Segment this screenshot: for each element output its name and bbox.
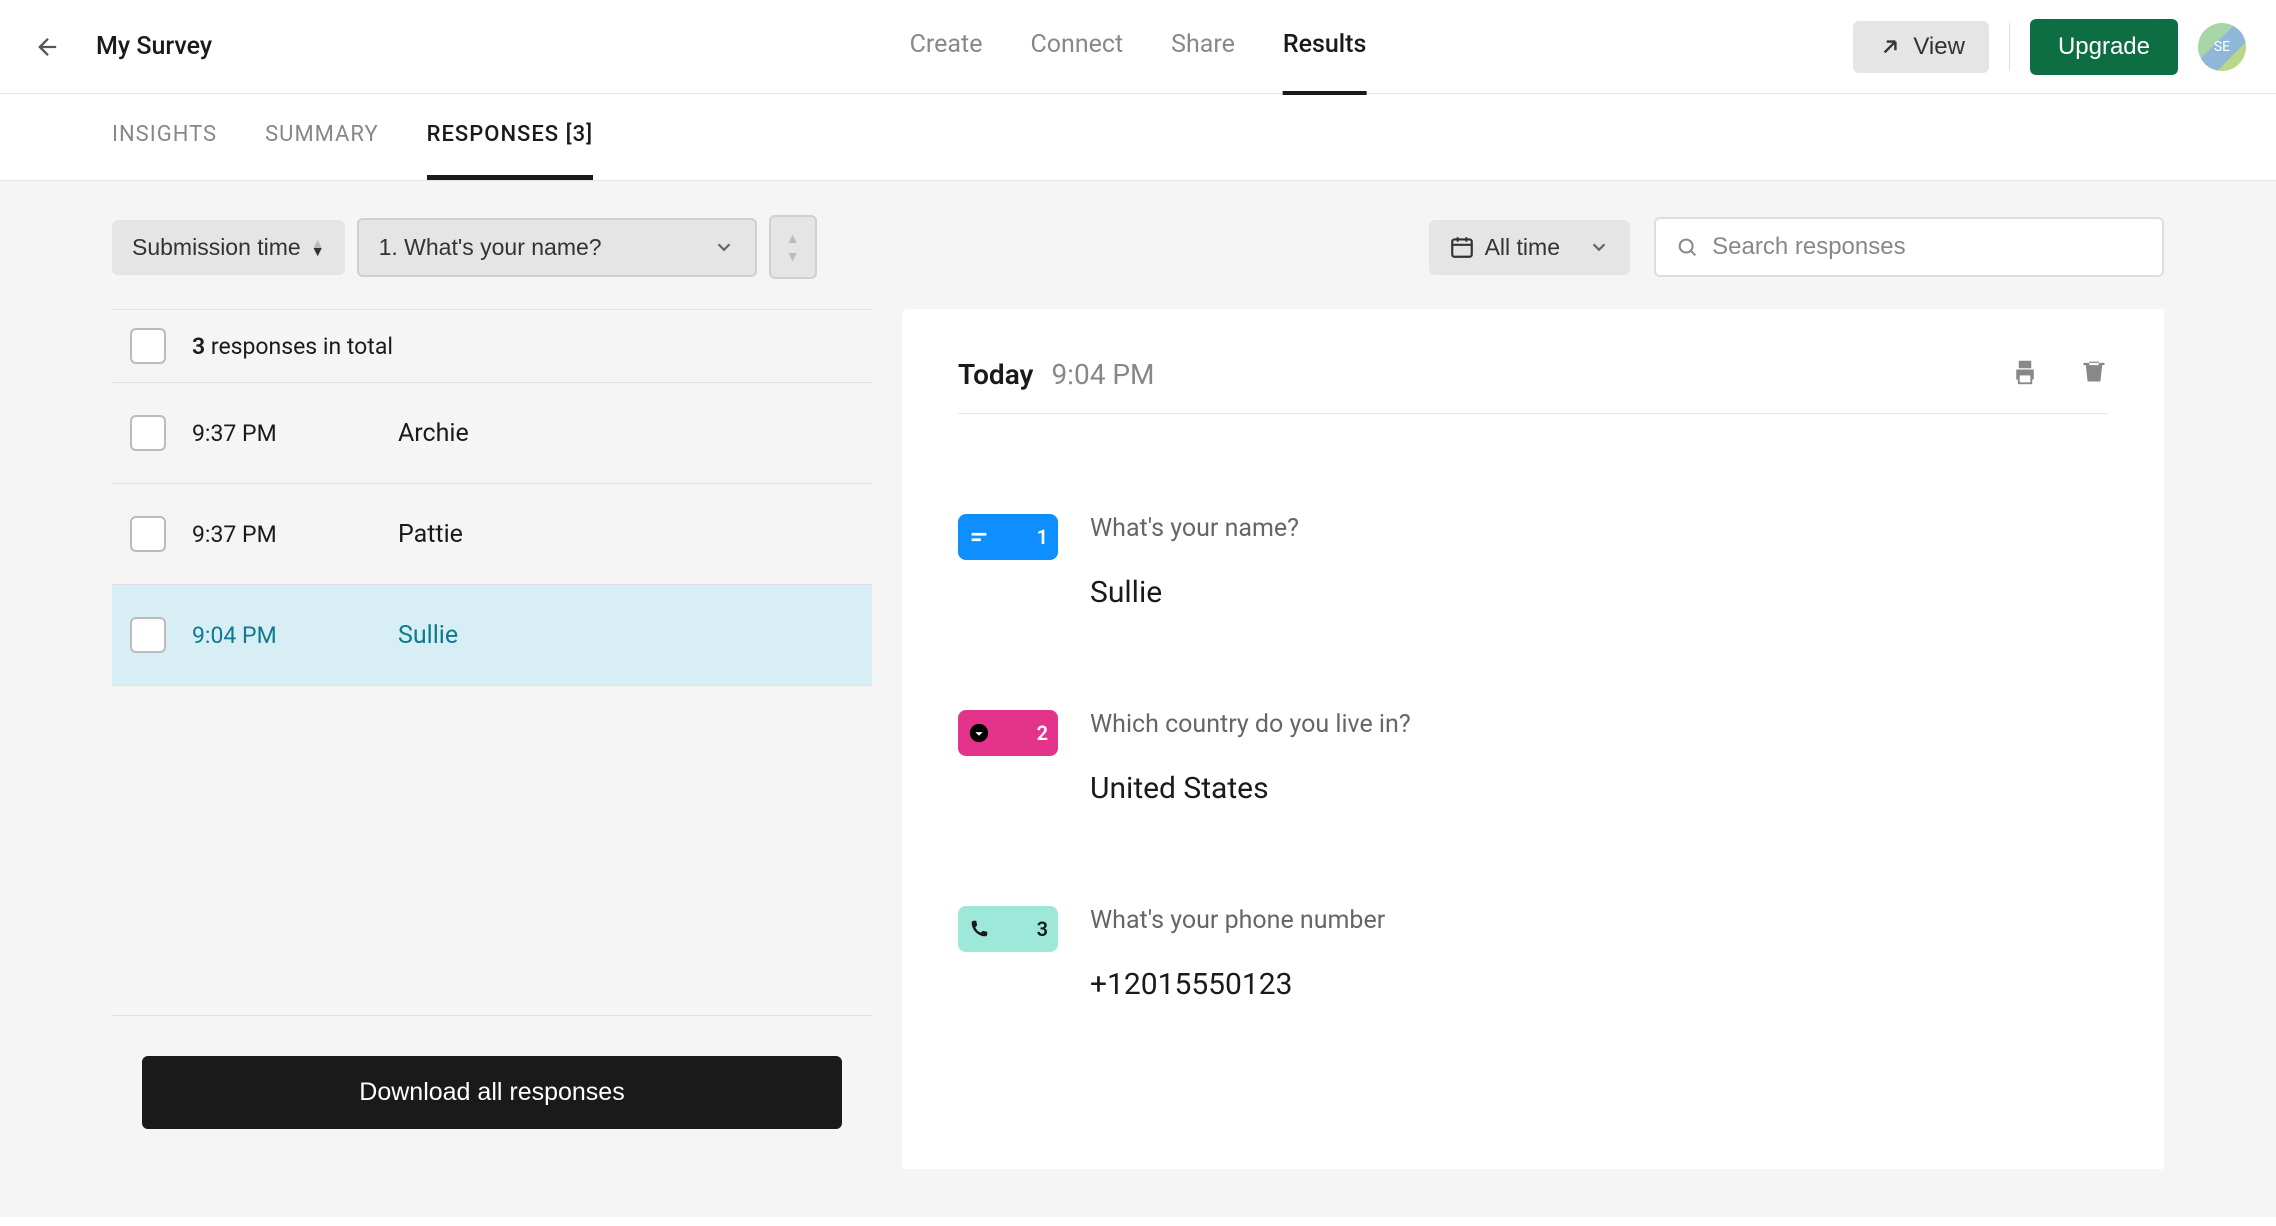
question-text: What's your phone number xyxy=(1090,906,1385,935)
sort-direction-button[interactable]: ▲ ▼ xyxy=(769,215,817,279)
search-input[interactable] xyxy=(1712,233,2142,261)
nav-connect[interactable]: Connect xyxy=(1030,0,1123,95)
question-dropdown[interactable]: 1. What's your name? xyxy=(357,218,757,277)
detail-time: 9:04 PM xyxy=(1051,358,1154,391)
qa-item: 3 What's your phone number +12015550123 xyxy=(958,906,2108,1002)
row-name: Pattie xyxy=(398,520,463,549)
detail-header: Today 9:04 PM xyxy=(958,357,2108,414)
search-box[interactable] xyxy=(1654,217,2164,277)
filter-right: All time xyxy=(1429,217,2164,277)
response-count-suffix: responses in total xyxy=(211,333,393,360)
question-badge: 3 xyxy=(958,906,1058,952)
date-range-dropdown[interactable]: All time xyxy=(1429,220,1630,275)
row-checkbox[interactable] xyxy=(130,617,166,653)
list-row[interactable]: 9:37 PM Pattie xyxy=(112,484,872,585)
header-divider xyxy=(2009,23,2010,71)
tab-insights[interactable]: INSIGHTS xyxy=(112,94,217,180)
question-number: 1 xyxy=(1037,525,1048,549)
question-text: What's your name? xyxy=(1090,514,1299,543)
nav-share[interactable]: Share xyxy=(1171,0,1235,95)
tab-summary[interactable]: SUMMARY xyxy=(265,94,379,180)
response-count: 3 xyxy=(192,333,205,360)
external-link-icon xyxy=(1877,34,1903,60)
filter-bar: Submission time ▲▼ 1. What's your name? … xyxy=(112,215,2164,279)
answer-text: United States xyxy=(1090,771,1411,806)
detail-actions xyxy=(2010,357,2108,391)
response-detail: Today 9:04 PM 1 xyxy=(902,309,2164,1169)
arrow-left-icon xyxy=(34,33,62,61)
download-all-button[interactable]: Download all responses xyxy=(142,1056,842,1129)
search-icon xyxy=(1676,235,1698,259)
main-nav: Create Connect Share Results xyxy=(910,0,1367,95)
question-text: Which country do you live in? xyxy=(1090,710,1411,739)
qa-content: Which country do you live in? United Sta… xyxy=(1090,710,1411,806)
row-name: Archie xyxy=(398,419,469,448)
list-row[interactable]: 9:37 PM Archie xyxy=(112,383,872,484)
sort-arrows-icon: ▲▼ xyxy=(311,239,325,255)
main-area: Submission time ▲▼ 1. What's your name? … xyxy=(0,181,2276,1217)
question-number: 3 xyxy=(1037,917,1048,941)
calendar-icon xyxy=(1449,234,1475,260)
trash-icon xyxy=(2080,357,2108,385)
delete-button[interactable] xyxy=(2080,357,2108,391)
nav-create[interactable]: Create xyxy=(910,0,983,95)
question-label: 1. What's your name? xyxy=(379,234,602,261)
detail-date: Today xyxy=(958,358,1033,391)
sub-nav: INSIGHTS SUMMARY RESPONSES [3] xyxy=(0,94,2276,181)
qa-item: 1 What's your name? Sullie xyxy=(958,514,2108,610)
view-label: View xyxy=(1913,33,1965,61)
row-time: 9:37 PM xyxy=(192,521,372,548)
date-range-label: All time xyxy=(1485,234,1560,261)
qa-content: What's your name? Sullie xyxy=(1090,514,1299,610)
list-summary: 3 responses in total xyxy=(192,333,393,360)
view-button[interactable]: View xyxy=(1853,21,1989,73)
row-name: Sullie xyxy=(398,621,458,650)
qa-list: 1 What's your name? Sullie 2 Which count… xyxy=(958,514,2108,1002)
upgrade-button[interactable]: Upgrade xyxy=(2030,19,2178,75)
print-icon xyxy=(2010,357,2040,387)
avatar[interactable]: SE xyxy=(2198,23,2246,71)
qa-content: What's your phone number +12015550123 xyxy=(1090,906,1385,1002)
sort-up-icon: ▲ xyxy=(786,230,800,246)
question-badge: 1 xyxy=(958,514,1058,560)
question-number: 2 xyxy=(1037,721,1048,745)
phone-icon xyxy=(968,918,990,940)
avatar-initials: SE xyxy=(2214,39,2230,55)
row-time: 9:04 PM xyxy=(192,622,372,649)
list-header: 3 responses in total xyxy=(112,309,872,383)
print-button[interactable] xyxy=(2010,357,2040,391)
sort-by-label: Submission time xyxy=(132,234,301,261)
chevron-down-icon xyxy=(713,236,735,258)
dropdown-icon xyxy=(968,722,990,744)
row-time: 9:37 PM xyxy=(192,420,372,447)
content-split: 3 responses in total 9:37 PM Archie 9:37… xyxy=(112,309,2164,1169)
sort-down-icon: ▼ xyxy=(786,248,800,264)
row-checkbox[interactable] xyxy=(130,516,166,552)
nav-results[interactable]: Results xyxy=(1283,0,1366,95)
list-row[interactable]: 9:04 PM Sullie xyxy=(112,585,872,686)
select-all-checkbox[interactable] xyxy=(130,328,166,364)
sort-by-dropdown[interactable]: Submission time ▲▼ xyxy=(112,220,345,275)
tab-responses[interactable]: RESPONSES [3] xyxy=(427,94,593,180)
short-text-icon xyxy=(968,526,990,548)
survey-title: My Survey xyxy=(96,32,212,61)
row-checkbox[interactable] xyxy=(130,415,166,451)
responses-list: 3 responses in total 9:37 PM Archie 9:37… xyxy=(112,309,872,1169)
top-header: My Survey Create Connect Share Results V… xyxy=(0,0,2276,94)
answer-text: +12015550123 xyxy=(1090,967,1385,1002)
question-badge: 2 xyxy=(958,710,1058,756)
chevron-down-icon xyxy=(1588,236,1610,258)
qa-item: 2 Which country do you live in? United S… xyxy=(958,710,2108,806)
list-footer: Download all responses xyxy=(112,1015,872,1169)
header-right: View Upgrade SE xyxy=(1853,19,2246,75)
back-button[interactable] xyxy=(30,29,66,65)
answer-text: Sullie xyxy=(1090,575,1299,610)
